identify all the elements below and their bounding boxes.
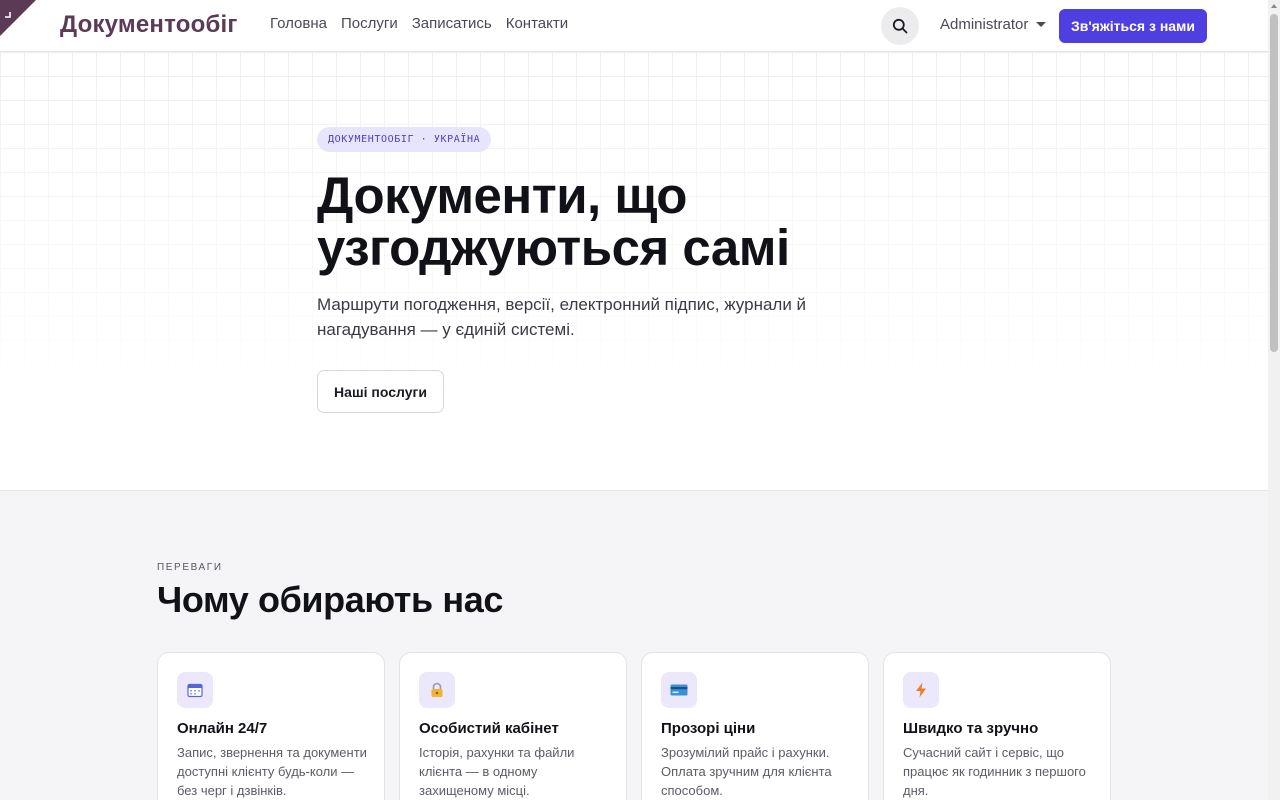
lightning-icon — [903, 672, 939, 708]
features-eyebrow: ПЕРЕВАГИ — [157, 562, 223, 573]
our-services-button[interactable]: Наші послуги — [317, 370, 444, 413]
scrollbar-thumb[interactable] — [1270, 14, 1278, 352]
nav-link-services[interactable]: Послуги — [341, 15, 398, 32]
hero-eyebrow-badge: ДОКУМЕНТООБІГ · УКРАЇНА — [317, 127, 492, 152]
feature-card-text: Історія, рахунки та файли клієнта — в од… — [419, 745, 575, 798]
feature-card-title: Прозорі ціни — [661, 720, 756, 737]
feature-card-title: Онлайн 24/7 — [177, 720, 268, 737]
lock-icon — [419, 672, 455, 708]
feature-card-title: Швидко та зручно — [903, 720, 1039, 737]
calendar-icon — [177, 672, 213, 708]
search-icon — [892, 18, 908, 34]
site-logo[interactable]: Документообіг — [60, 11, 238, 39]
credit-card-icon — [661, 672, 697, 708]
admin-corner-flag[interactable] — [0, 0, 36, 36]
feature-card: Онлайн 24/7 Запис, звернення та документ… — [157, 652, 385, 800]
site-header: Документообіг Головна Послуги Записатись… — [0, 0, 1268, 52]
page-scrollbar[interactable] — [1268, 0, 1280, 800]
contact-us-button[interactable]: Зв'яжіться з нами — [1059, 9, 1207, 43]
main-nav: Головна Послуги Записатись Контакти — [270, 15, 568, 32]
user-name: Administrator — [940, 16, 1029, 33]
nav-link-booking[interactable]: Записатись — [412, 15, 492, 32]
hero-title: Документи, що узгоджуються самі — [317, 167, 790, 276]
scroll-up-arrow-icon[interactable] — [1271, 4, 1277, 8]
hero-subtitle: Маршрути погодження, версії, електронний… — [317, 295, 807, 339]
feature-card: Швидко та зручно Сучасний сайт і сервіс,… — [883, 652, 1111, 800]
search-button[interactable] — [881, 7, 919, 45]
feature-card: Особистий кабінет Історія, рахунки та фа… — [399, 652, 627, 800]
feature-card-text: Запис, звернення та документи доступні к… — [177, 745, 367, 798]
features-title: Чому обирають нас — [157, 579, 503, 620]
feature-card-text: Зрозумілий прайс і рахунки. Оплата зручн… — [661, 745, 832, 798]
feature-card: Прозорі ціни Зрозумілий прайс і рахунки.… — [641, 652, 869, 800]
chevron-down-icon — [1036, 22, 1047, 27]
nav-link-contacts[interactable]: Контакти — [506, 15, 568, 32]
user-dropdown[interactable]: Administrator — [940, 16, 1047, 33]
feature-card-text: Сучасний сайт і сервіс, що працює як год… — [903, 745, 1086, 798]
hero-section: ДОКУМЕНТООБІГ · УКРАЇНА Документи, що уз… — [0, 52, 1268, 491]
feature-card-title: Особистий кабінет — [419, 720, 559, 737]
features-section: ПЕРЕВАГИ Чому обирають нас Онлайн 24/7 З… — [0, 491, 1268, 800]
nav-link-home[interactable]: Головна — [270, 15, 327, 32]
